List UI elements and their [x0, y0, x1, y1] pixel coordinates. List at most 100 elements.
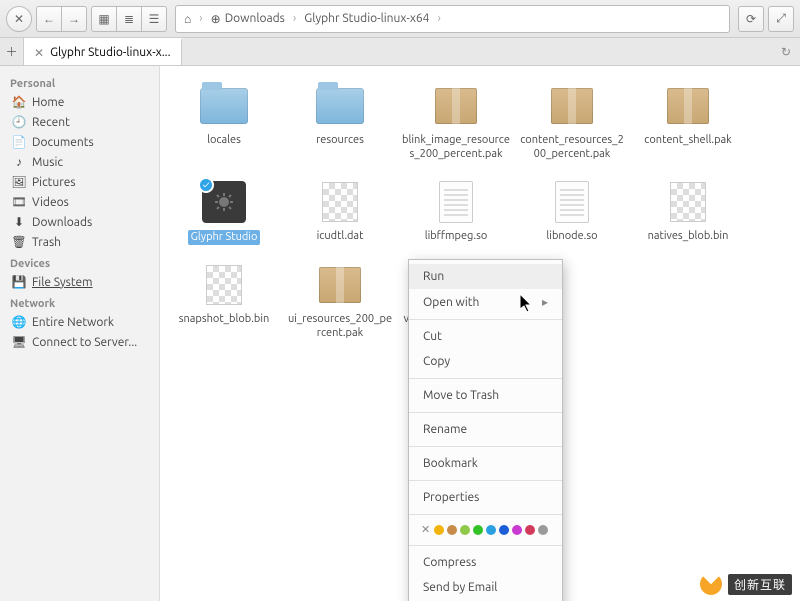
context-menu-separator	[409, 480, 562, 481]
file-item[interactable]: content_resources_200_percent.pak	[516, 82, 628, 162]
sidebar-item[interactable]: 🌐 Entire Network	[0, 312, 159, 332]
sidebar-item-label: Recent	[32, 116, 70, 129]
pkg-icon	[660, 82, 716, 130]
file-item[interactable]: ui_resources_200_percent.pak	[284, 261, 396, 341]
context-menu-item[interactable]: Send by Email	[409, 575, 562, 600]
sidebar-item-label: Music	[32, 156, 63, 169]
sidebar-item[interactable]: 🎞Videos	[0, 192, 159, 212]
music-icon: ♪	[12, 155, 26, 169]
sidebar-item-label: File System	[32, 276, 93, 289]
back-button[interactable]: ←	[36, 6, 62, 32]
sidebar-item[interactable]: 🏠Home	[0, 92, 159, 112]
sidebar-item-label: Connect to Server...	[32, 336, 137, 349]
file-view: locales resources blink_image_resources_20…	[160, 66, 800, 601]
breadcrumb-label: Downloads	[225, 12, 285, 25]
file-label: content_shell.pak	[644, 134, 731, 148]
breadcrumb-item[interactable]: Glyphr Studio-linux-x64	[300, 10, 433, 27]
context-menu-separator	[409, 378, 562, 379]
color-tag[interactable]	[512, 525, 522, 535]
nav-buttons: ← →	[36, 6, 87, 32]
sidebar-item[interactable]: ⬇Downloads	[0, 212, 159, 232]
file-item[interactable]: resources	[284, 82, 396, 162]
file-item[interactable]: natives_blob.bin	[632, 178, 744, 246]
file-item[interactable]: ✓Glyphr Studio	[168, 178, 280, 246]
context-menu-item[interactable]: Bookmark	[409, 451, 562, 476]
maximize-button[interactable]: ⤢	[768, 6, 794, 32]
context-menu-separator	[409, 446, 562, 447]
file-item[interactable]: icudtl.dat	[284, 178, 396, 246]
new-tab-button[interactable]: ＋	[0, 38, 24, 65]
pkg-icon	[428, 82, 484, 130]
column-view-button[interactable]: ☰	[141, 6, 167, 32]
doc-icon: 📄	[12, 135, 26, 149]
context-menu-label: Properties	[423, 491, 479, 504]
reload-button[interactable]: ⟳	[738, 6, 764, 32]
toolbar: ✕ ← → ▦ ≣ ☰ ⌂ › ⊕ Downloads › Glyphr Stu…	[0, 0, 800, 38]
context-menu-item[interactable]: Run	[409, 264, 562, 289]
context-menu: Run Open with▸ Cut Copy Move to Trash Rename B…	[408, 259, 563, 601]
context-menu-item[interactable]: Cut	[409, 324, 562, 349]
context-menu-label: Run	[423, 270, 444, 283]
breadcrumb-item[interactable]: ⊕ Downloads	[207, 10, 289, 28]
file-item[interactable]: libnode.so	[516, 178, 628, 246]
chevron-right-icon: ›	[293, 12, 296, 25]
file-item[interactable]: libffmpeg.so	[400, 178, 512, 246]
history-button[interactable]: ↻	[772, 38, 800, 65]
clear-color-icon[interactable]: ✕	[421, 525, 431, 535]
sidebar-item[interactable]: 🖥Connect to Server...	[0, 332, 159, 352]
sidebar-item-label: Entire Network	[32, 316, 114, 329]
context-menu-item[interactable]: Copy	[409, 349, 562, 374]
icon-view-button[interactable]: ▦	[91, 6, 117, 32]
tab[interactable]: ✕ Glyphr Studio-linux-x...	[24, 38, 182, 65]
context-menu-label: Send by Email	[423, 581, 497, 594]
context-menu-colors: ✕	[409, 519, 562, 541]
context-menu-item[interactable]: Compress	[409, 550, 562, 575]
sidebar-item-label: Home	[32, 96, 64, 109]
file-item[interactable]: content_shell.pak	[632, 82, 744, 162]
color-tag[interactable]	[486, 525, 496, 535]
sidebar-item[interactable]: 🕘 Recent	[0, 112, 159, 132]
bin-icon	[312, 178, 368, 226]
color-tag[interactable]	[499, 525, 509, 535]
text-icon	[428, 178, 484, 226]
context-menu-label: Bookmark	[423, 457, 478, 470]
context-menu-item[interactable]: Rename	[409, 417, 562, 442]
context-menu-item[interactable]: Properties	[409, 485, 562, 510]
file-label: blink_image_resources_200_percent.pak	[402, 134, 510, 162]
color-tag[interactable]	[473, 525, 483, 535]
folder-icon	[312, 82, 368, 130]
sidebar-item[interactable]: 💾 File System	[0, 272, 159, 292]
breadcrumb-label: Glyphr Studio-linux-x64	[304, 12, 429, 25]
close-window-button[interactable]: ✕	[6, 6, 32, 32]
sidebar-item[interactable]: 🖼Pictures	[0, 172, 159, 192]
context-menu-separator	[409, 545, 562, 546]
view-buttons: ▦ ≣ ☰	[91, 6, 167, 32]
context-menu-item[interactable]: Open with▸	[409, 289, 562, 315]
context-menu-label: Cut	[423, 330, 442, 343]
color-tag[interactable]	[447, 525, 457, 535]
file-item[interactable]: blink_image_resources_200_percent.pak	[400, 82, 512, 162]
color-tag[interactable]	[525, 525, 535, 535]
file-item[interactable]: snapshot_blob.bin	[168, 261, 280, 341]
color-tag[interactable]	[460, 525, 470, 535]
sidebar-item[interactable]: ♪ Music	[0, 152, 159, 172]
net-icon: 🌐	[12, 315, 26, 329]
forward-button[interactable]: →	[61, 6, 87, 32]
sidebar-item[interactable]: 📄Documents	[0, 132, 159, 152]
breadcrumb[interactable]: ⌂ › ⊕ Downloads › Glyphr Studio-linux-x6…	[175, 5, 730, 33]
tab-bar: ＋ ✕ Glyphr Studio-linux-x... ↻	[0, 38, 800, 66]
color-tag[interactable]	[434, 525, 444, 535]
pkg-icon	[312, 261, 368, 309]
context-menu-item[interactable]: Move to Trash	[409, 383, 562, 408]
disk-icon: 💾	[12, 275, 26, 289]
file-item[interactable]: locales	[168, 82, 280, 162]
context-menu-separator	[409, 514, 562, 515]
sidebar-item[interactable]: 🗑Trash	[0, 232, 159, 252]
color-tag[interactable]	[538, 525, 548, 535]
file-label: resources	[316, 134, 364, 148]
close-tab-icon[interactable]: ✕	[34, 46, 44, 60]
sidebar-section-header: Network	[0, 292, 159, 312]
list-view-button[interactable]: ≣	[116, 6, 142, 32]
clock-icon: 🕘	[12, 115, 26, 129]
breadcrumb-home[interactable]: ⌂	[180, 10, 195, 28]
